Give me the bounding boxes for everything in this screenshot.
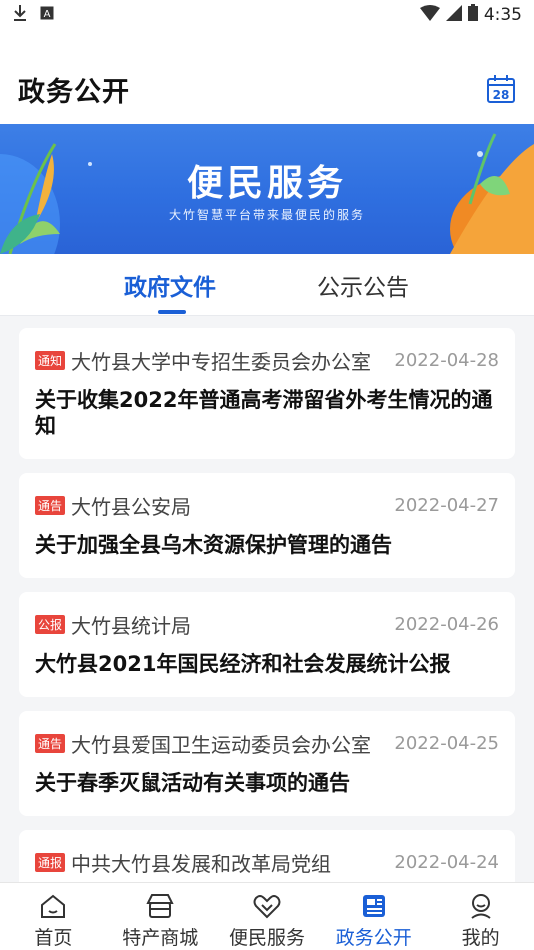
nav-government-affairs[interactable]: 政务公开: [320, 883, 427, 950]
news-icon: [362, 895, 385, 917]
type-badge: 通告: [35, 734, 66, 753]
store-icon: [146, 894, 174, 918]
department: 大竹县统计局: [71, 614, 192, 638]
calendar-button[interactable]: 28: [486, 74, 516, 104]
list-item[interactable]: 通报 中共大竹县发展和改革局党组 2022-04-24: [19, 830, 515, 882]
signal-icon: [445, 4, 462, 26]
nav-convenience-services[interactable]: 便民服务: [214, 883, 321, 950]
banner-title: 便民服务: [186, 163, 347, 204]
nav-specialty-mall[interactable]: 特产商城: [107, 883, 214, 950]
calendar-day: 28: [493, 88, 510, 102]
item-title: 关于加强全县乌木资源保护管理的通告: [35, 533, 392, 557]
bottom-nav: 首页 特产商城 便民服务 政务公开 我的: [0, 882, 534, 950]
department: 大竹县公安局: [71, 495, 192, 519]
service-banner[interactable]: 便民服务 大竹智慧平台带来最便民的服务: [0, 124, 534, 254]
active-tab-indicator: [158, 310, 186, 314]
item-title: 关于收集2022年普通高考滞留省外考生情况的通知: [35, 388, 493, 438]
publish-date: 2022-04-24: [394, 852, 499, 873]
clock-time: 4:35: [483, 5, 522, 25]
item-title: 关于春季灭鼠活动有关事项的通告: [35, 771, 350, 795]
department: 大竹县爱国卫生运动委员会办公室: [71, 733, 372, 757]
svg-text:A: A: [44, 9, 51, 20]
handshake-heart-icon: [253, 895, 281, 919]
battery-icon: [467, 4, 478, 26]
type-badge: 通知: [35, 351, 66, 370]
banner-subtitle: 大竹智慧平台带来最便民的服务: [168, 208, 365, 222]
item-title: 大竹县2021年国民经济和社会发展统计公报: [35, 652, 451, 676]
department: 中共大竹县发展和改革局党组: [71, 852, 332, 876]
list-item[interactable]: 公报 大竹县统计局 2022-04-26 大竹县2021年国民经济和社会发展统计…: [19, 592, 515, 697]
publish-date: 2022-04-26: [394, 614, 499, 635]
nav-label: 我的: [461, 927, 500, 949]
page-title: 政务公开: [18, 77, 130, 108]
type-badge: 公报: [35, 615, 66, 634]
nav-mine[interactable]: 我的: [427, 883, 534, 950]
list-item[interactable]: 通告 大竹县公安局 2022-04-27 关于加强全县乌木资源保护管理的通告: [19, 473, 515, 578]
type-badge: 通报: [35, 853, 66, 872]
user-icon: [470, 894, 491, 919]
nav-home[interactable]: 首页: [0, 883, 107, 950]
department: 大竹县大学中专招生委员会办公室: [71, 350, 372, 374]
wifi-icon: [419, 4, 440, 26]
home-icon: [41, 894, 66, 918]
nav-label: 首页: [34, 927, 73, 949]
list-item[interactable]: 通告 大竹县爱国卫生运动委员会办公室 2022-04-25 关于春季灭鼠活动有关…: [19, 711, 515, 816]
nav-label: 特产商城: [122, 927, 199, 949]
publish-date: 2022-04-27: [394, 495, 499, 516]
publish-date: 2022-04-25: [394, 733, 499, 754]
nav-label: 便民服务: [228, 927, 305, 949]
tab-public-announcements[interactable]: 公示公告: [317, 268, 409, 302]
list-item[interactable]: 通知 大竹县大学中专招生委员会办公室 2022-04-28 关于收集2022年普…: [19, 328, 515, 459]
notification-a-icon: A: [40, 5, 54, 25]
calendar-icon: 28: [487, 75, 515, 103]
tab-government-documents[interactable]: 政府文件: [124, 268, 216, 302]
download-icon: [12, 4, 28, 27]
type-badge: 通告: [35, 496, 66, 515]
nav-label: 政务公开: [335, 927, 412, 949]
publish-date: 2022-04-28: [394, 350, 499, 371]
status-bar: A 4:35: [0, 0, 534, 30]
tab-bar: 政府文件 公示公告: [0, 254, 534, 316]
app-header: 政务公开 28: [0, 30, 534, 124]
document-list[interactable]: 通知 大竹县大学中专招生委员会办公室 2022-04-28 关于收集2022年普…: [0, 316, 534, 882]
